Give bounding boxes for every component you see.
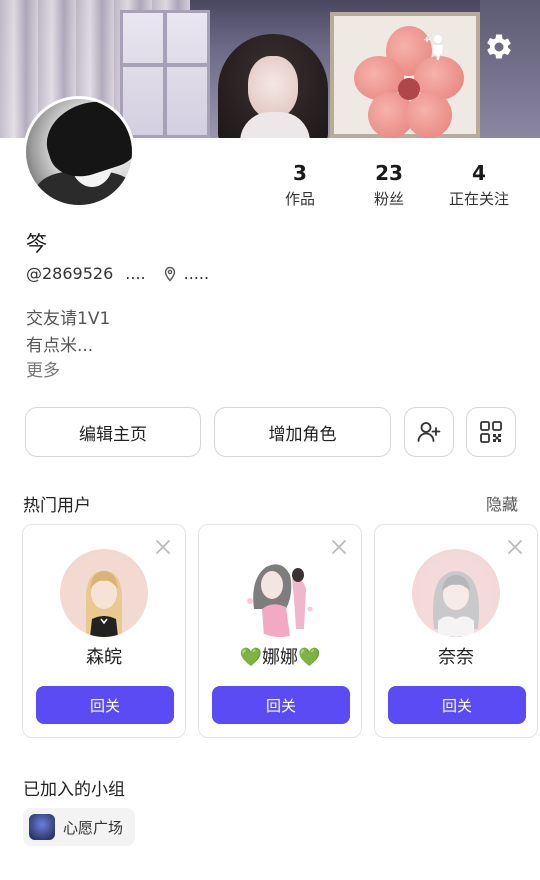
stat-works-label: 作品 bbox=[284, 190, 315, 208]
hot-user-name: 森皖 bbox=[86, 647, 122, 668]
hot-user-card[interactable]: 森皖 回关 bbox=[22, 524, 186, 738]
hot-user-name: 💚娜娜💚 bbox=[239, 647, 321, 668]
location-pin-icon bbox=[162, 266, 178, 282]
edit-profile-button[interactable]: 编辑主页 bbox=[25, 407, 201, 457]
banner-flower-frame bbox=[330, 12, 480, 138]
follow-back-button[interactable]: 回关 bbox=[36, 686, 174, 724]
user-id: @2869526 bbox=[26, 264, 114, 283]
hot-users-title: 热门用户 bbox=[23, 496, 91, 516]
figure-sparkle-icon bbox=[423, 35, 443, 60]
hot-user-name: 奈奈 bbox=[438, 647, 474, 668]
dismiss-card-button[interactable] bbox=[329, 537, 349, 557]
profile-name: 笒 bbox=[26, 232, 47, 256]
location-text: ..... bbox=[183, 264, 210, 283]
banner-character-face bbox=[248, 56, 298, 118]
hot-user-avatar[interactable] bbox=[412, 549, 500, 637]
add-friend-button[interactable] bbox=[404, 407, 454, 457]
settings-icon[interactable] bbox=[483, 31, 515, 63]
close-icon bbox=[156, 540, 170, 554]
stat-following-value: 4 bbox=[472, 161, 486, 185]
add-role-button[interactable]: 增加角色 bbox=[214, 407, 391, 457]
stat-following-label: 正在关注 bbox=[448, 190, 509, 208]
stat-followers[interactable]: 23 粉丝 bbox=[359, 160, 419, 209]
bio-more-link[interactable]: 更多 bbox=[26, 356, 60, 381]
hot-user-card[interactable]: 💚娜娜💚 回关 bbox=[198, 524, 362, 738]
avatar-figure-icon[interactable] bbox=[422, 31, 454, 63]
hot-user-card[interactable]: 奈奈 回关 bbox=[374, 524, 538, 738]
stat-followers-label: 粉丝 bbox=[373, 190, 404, 208]
stat-works[interactable]: 3 作品 bbox=[270, 160, 330, 209]
joined-groups-title: 已加入的小组 bbox=[23, 780, 125, 800]
add-user-icon bbox=[417, 422, 441, 442]
hide-hot-users-link[interactable]: 隐藏 bbox=[486, 491, 518, 515]
group-name: 心愿广场 bbox=[63, 818, 124, 837]
qr-code-button[interactable] bbox=[466, 407, 516, 457]
hot-user-avatar[interactable] bbox=[60, 549, 148, 637]
close-icon bbox=[508, 540, 522, 554]
profile-id-line: @2869526 .... ..... bbox=[26, 264, 209, 283]
gear-icon bbox=[487, 34, 511, 59]
follow-back-button[interactable]: 回关 bbox=[388, 686, 526, 724]
stat-following[interactable]: 4 正在关注 bbox=[439, 160, 519, 209]
banner-window bbox=[120, 10, 210, 138]
group-avatar bbox=[29, 814, 55, 840]
stat-followers-value: 23 bbox=[375, 161, 403, 185]
user-id-suffix: .... bbox=[125, 264, 146, 283]
follow-back-button[interactable]: 回关 bbox=[212, 686, 350, 724]
qr-code-icon bbox=[480, 421, 502, 443]
close-icon bbox=[332, 540, 346, 554]
bio-line: 交友请1V1 bbox=[26, 309, 111, 329]
bio-line: 有点米... bbox=[26, 336, 94, 356]
dismiss-card-button[interactable] bbox=[505, 537, 525, 557]
stat-works-value: 3 bbox=[293, 161, 307, 185]
profile-avatar[interactable] bbox=[23, 96, 135, 208]
group-chip[interactable]: 心愿广场 bbox=[23, 808, 136, 846]
banner-wall bbox=[480, 0, 540, 138]
dismiss-card-button[interactable] bbox=[153, 537, 173, 557]
hot-user-avatar[interactable] bbox=[236, 549, 324, 637]
